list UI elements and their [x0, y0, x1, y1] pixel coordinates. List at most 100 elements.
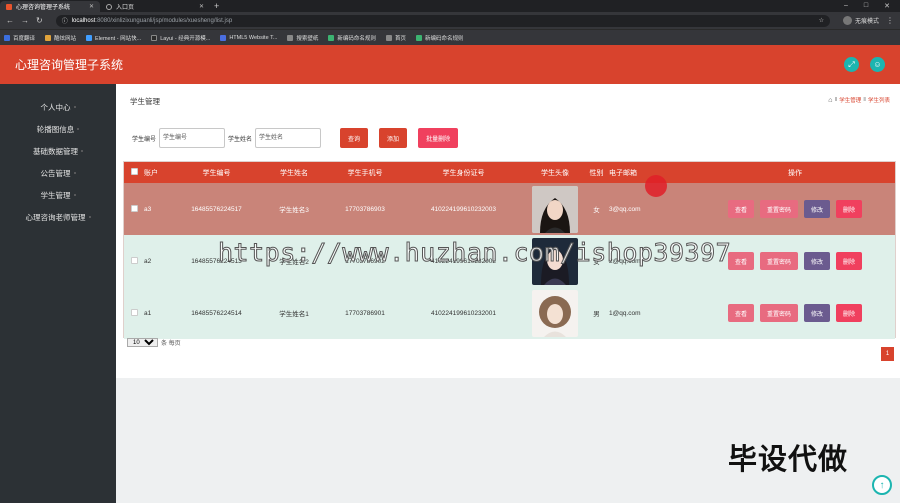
breadcrumb-item[interactable]: 学生列表 [868, 96, 890, 104]
cell-gender: 男 [593, 311, 600, 318]
cell-email: 1@qq.com [609, 309, 641, 317]
column-header: 学生手机号 [347, 169, 383, 177]
browser-tab-inactive[interactable]: 入口页 ✕ [100, 1, 210, 12]
view-button[interactable]: 查看 [727, 304, 754, 322]
bookmark-label: 新编码命名规则 [337, 35, 376, 42]
bookmark-item[interactable]: HTML5 Website T... [220, 34, 278, 41]
close-tab-icon[interactable]: ✕ [199, 3, 204, 10]
add-button[interactable]: 添加 [379, 128, 408, 148]
breadcrumb-item[interactable]: 学生管理 [839, 96, 861, 104]
fullscreen-icon[interactable]: ⤢ [844, 57, 859, 72]
reset-password-button[interactable]: 重置密码 [759, 304, 798, 322]
sidebar-item-label: 个人中心 [40, 102, 71, 112]
address-bar[interactable]: ⓘ localhost:8080/xinlizixunguanli/jsp/mo… [55, 14, 830, 27]
sidebar-item-carousel[interactable]: 轮播图信息 [0, 118, 116, 140]
browser-nav-bar: ← → ↻ ⓘ localhost:8080/xinlizixunguanli/… [0, 12, 900, 29]
bookmark-item[interactable]: 酷炫网站 [45, 34, 76, 42]
promo-text: 毕设代做 [728, 444, 849, 476]
column-header: 学生身份证号 [442, 169, 485, 177]
delete-button[interactable]: 删除 [836, 304, 863, 322]
bookmark-item[interactable]: 新编码命名规则 [328, 34, 376, 42]
window-controls: – □ ✕ [844, 2, 900, 10]
student-id-input[interactable] [159, 128, 226, 148]
url-path: :8080/xinlizixunguanli/jsp/modules/xuesh… [95, 17, 233, 24]
bookmark-item[interactable]: 新编码命名规则 [415, 34, 463, 42]
search-form: 学生编号 学生姓名 查询 添加 批量删除 [132, 128, 459, 148]
minimize-icon[interactable]: – [844, 2, 848, 10]
globe-icon [106, 3, 112, 10]
bookmark-label: 搜索壁纸 [296, 35, 319, 42]
sidebar-item-basic-data[interactable]: 基础数据管理 [0, 140, 116, 162]
bookmark-label: 酷炫网站 [54, 35, 77, 42]
edit-button[interactable]: 修改 [804, 200, 831, 218]
bookmark-item[interactable]: Element - 网站快... [86, 34, 141, 42]
new-tab-button[interactable]: + [214, 1, 219, 11]
row-checkbox[interactable] [124, 235, 144, 287]
close-window-icon[interactable]: ✕ [884, 2, 890, 10]
bookmark-icon [287, 34, 294, 41]
bookmark-label: HTML5 Website T... [229, 34, 278, 41]
student-name-label: 学生姓名 [228, 136, 253, 143]
table-row[interactable]: a1 16485576224514 学生姓名1 17703786901 4102… [124, 287, 895, 339]
page-size-select[interactable]: 10 [127, 338, 158, 347]
app-title: 心理咨询管理子系统 [15, 58, 124, 72]
table-row[interactable]: a3 16485576224517 学生姓名3 17703786903 4102… [124, 183, 895, 235]
browser-tab-bar: 心理咨询管理子系统 ✕ 入口页 ✕ + – □ ✕ [0, 0, 900, 12]
edit-button[interactable]: 修改 [804, 252, 831, 270]
cell-gender: 女 [593, 207, 600, 214]
close-tab-icon[interactable]: ✕ [89, 3, 94, 10]
bookmark-item[interactable]: 搜索壁纸 [287, 34, 318, 42]
select-all-checkbox[interactable] [124, 162, 144, 183]
column-header: 学生姓名 [280, 169, 308, 177]
student-id-label: 学生编号 [132, 136, 157, 143]
batch-delete-button[interactable]: 批量删除 [418, 128, 459, 148]
reset-password-button[interactable]: 重置密码 [759, 252, 798, 270]
delete-button[interactable]: 删除 [836, 252, 863, 270]
row-checkbox[interactable] [124, 287, 144, 339]
bookmark-item[interactable]: 首页 [385, 34, 406, 42]
cell-student-id: 16485576224514 [191, 309, 242, 317]
info-icon[interactable]: ⓘ [62, 16, 68, 25]
sidebar-item-announcements[interactable]: 公告管理 [0, 162, 116, 184]
forward-icon[interactable]: → [21, 16, 29, 25]
reset-password-button[interactable]: 重置密码 [759, 200, 798, 218]
bullet-icon [73, 106, 76, 108]
edit-button[interactable]: 修改 [804, 304, 831, 322]
scroll-to-top-icon[interactable]: ↑ [872, 475, 892, 495]
bookmark-label: Element - 网站快... [95, 35, 142, 42]
user-icon[interactable]: ☺ [870, 57, 885, 72]
sidebar-item-label: 公告管理 [40, 168, 71, 178]
bookmark-icon [45, 34, 52, 41]
view-button[interactable]: 查看 [727, 200, 754, 218]
menu-icon[interactable]: ⋮ [886, 16, 894, 25]
back-icon[interactable]: ← [6, 16, 14, 25]
per-page-label: 条 每页 [161, 341, 181, 347]
home-icon[interactable]: ⌂ [828, 97, 832, 104]
browser-tab-active[interactable]: 心理咨询管理子系统 ✕ [0, 1, 100, 12]
row-checkbox[interactable] [124, 183, 144, 235]
cell-student-name: 学生姓名1 [279, 311, 309, 318]
query-button[interactable]: 查询 [340, 128, 369, 148]
table-header-row: 账户 学生编号 学生姓名 学生手机号 学生身份证号 学生头像 性别 电子邮箱 操… [124, 162, 895, 183]
student-name-input[interactable] [255, 128, 322, 148]
bookmark-item[interactable]: Layui - 经典开源模... [151, 34, 210, 42]
main-content: 学生管理 ⌂ Ⅱ 学生管理 Ⅱ 学生列表 学生编号 学生姓名 查询 添加 批量删… [116, 84, 900, 378]
cell-idcard: 410224199610232001 [430, 309, 497, 317]
maximize-icon[interactable]: □ [864, 2, 868, 10]
view-button[interactable]: 查看 [727, 252, 754, 270]
bookmark-label: Layui - 经典开源模... [160, 35, 211, 42]
bookmark-icon [86, 34, 93, 41]
bullet-icon [81, 150, 83, 152]
sidebar-item-students[interactable]: 学生管理 [0, 184, 116, 206]
reload-icon[interactable]: ↻ [36, 16, 43, 25]
incognito-indicator[interactable]: 无痕模式 [842, 16, 879, 25]
delete-button[interactable]: 删除 [836, 200, 863, 218]
bookmark-star-icon[interactable]: ☆ [819, 17, 824, 24]
incognito-label: 无痕模式 [854, 19, 879, 25]
bookmark-icon [151, 34, 158, 41]
sidebar-item-label: 学生管理 [40, 190, 71, 200]
sidebar-item-personal-center[interactable]: 个人中心 [0, 96, 116, 118]
bookmark-item[interactable]: 百度翻译 [4, 34, 35, 42]
page-number-button[interactable]: 1 [881, 347, 894, 361]
sidebar-item-counselors[interactable]: 心理咨询老师管理 [0, 206, 116, 228]
